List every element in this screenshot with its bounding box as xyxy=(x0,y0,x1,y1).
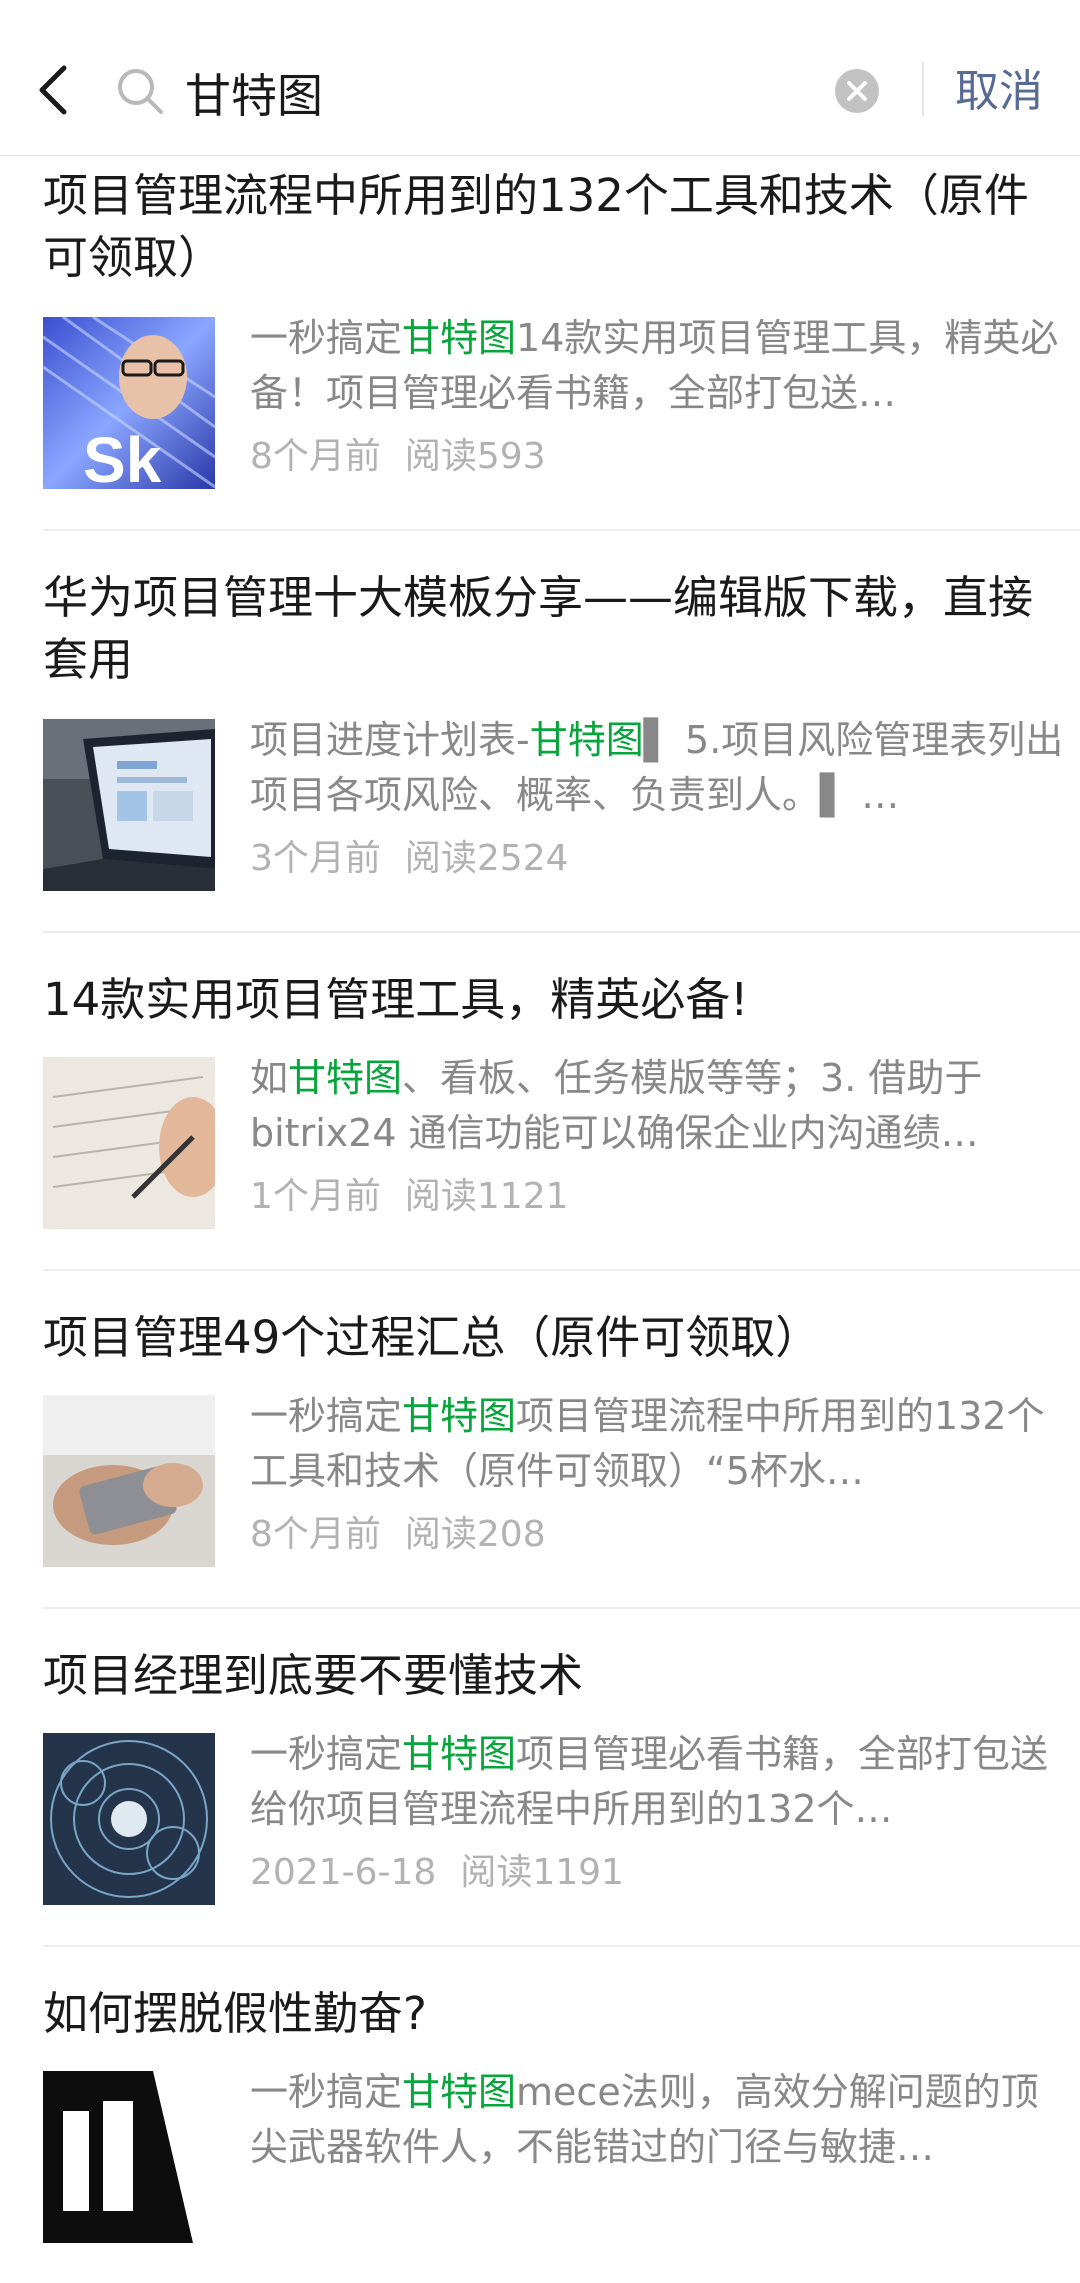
search-input[interactable] xyxy=(185,58,785,128)
search-divider xyxy=(922,62,924,116)
result-title[interactable]: 项目经理到底要不要懂技术 xyxy=(43,1645,1033,1707)
result-thumbnail xyxy=(43,1733,215,1905)
result-thumbnail xyxy=(43,1057,215,1229)
result-meta: 1个月前 阅读1121 xyxy=(250,1172,569,1222)
result-snippet: 一秒搞定甘特图项目管理流程中所用到的132个工具和技术（原件可领取）“5杯水… xyxy=(250,1394,1045,1493)
result-time: 8个月前 xyxy=(250,436,381,477)
search-results-list: 项目管理流程中所用到的132个工具和技术（原件可领取） Sk 一秒搞定甘特图14… xyxy=(0,155,1080,2283)
result-time: 2021-6-18 xyxy=(250,1852,437,1893)
result-reads: 阅读2524 xyxy=(404,838,569,879)
result-thumbnail xyxy=(43,1395,215,1567)
result-meta: 2021-6-18 阅读1191 xyxy=(250,1848,624,1898)
result-reads: 阅读1191 xyxy=(460,1852,624,1893)
result-title[interactable]: 如何摆脱假性勤奋? xyxy=(43,1983,1033,2045)
result-meta: 8个月前 阅读208 xyxy=(250,1510,546,1560)
result-item[interactable]: 14款实用项目管理工具，精英必备! 如甘特图、看板、任务模版等等；3. 借助于b… xyxy=(43,933,1080,1271)
highlight-keyword: 甘特图 xyxy=(402,1394,517,1438)
result-snippet: 如甘特图、看板、任务模版等等；3. 借助于bitrix24 通信功能可以确保企业… xyxy=(250,1056,983,1155)
result-time: 3个月前 xyxy=(250,838,381,879)
result-title[interactable]: 华为项目管理十大模板分享——编辑版下载，直接套用 xyxy=(43,567,1033,691)
result-snippet: 一秒搞定甘特图项目管理必看书籍，全部打包送给你项目管理流程中所用到的132个… xyxy=(250,1732,1049,1831)
highlight-keyword: 甘特图 xyxy=(402,1732,517,1776)
highlight-keyword: 甘特图 xyxy=(529,718,644,762)
result-thumbnail xyxy=(43,2071,215,2243)
result-item[interactable]: 华为项目管理十大模板分享——编辑版下载，直接套用 项目进度计划表-甘特图▌ 5.… xyxy=(43,531,1080,933)
result-thumbnail: Sk xyxy=(43,317,215,489)
result-item[interactable]: 项目经理到底要不要懂技术 一秒搞定甘特图项目管理必看书籍，全部打包送给你项目管理… xyxy=(43,1609,1080,1947)
result-thumbnail xyxy=(43,719,215,891)
result-reads: 阅读593 xyxy=(404,436,546,477)
highlight-keyword: 甘特图 xyxy=(288,1056,403,1100)
result-time: 1个月前 xyxy=(250,1176,381,1217)
search-bar: 取消 xyxy=(0,0,1080,156)
result-title[interactable]: 14款实用项目管理工具，精英必备! xyxy=(43,969,1033,1031)
result-item[interactable]: 如何摆脱假性勤奋? 一秒搞定甘特图mece法则，高效分解问题的顶尖武器软件人，不… xyxy=(43,1947,1080,2283)
result-reads: 阅读1121 xyxy=(404,1176,569,1217)
result-meta: 8个月前 阅读593 xyxy=(250,432,546,482)
result-item[interactable]: 项目管理49个过程汇总（原件可领取） 一秒搞定甘特图项目管理流程中所用到的132… xyxy=(43,1271,1080,1609)
result-meta: 3个月前 阅读2524 xyxy=(250,834,569,884)
svg-text:Sk: Sk xyxy=(83,424,162,489)
back-arrow-icon[interactable] xyxy=(30,60,80,120)
result-reads: 阅读208 xyxy=(404,1514,546,1555)
result-snippet: 项目进度计划表-甘特图▌ 5.项目风险管理表列出项目各项风险、概率、负责到人。▌… xyxy=(250,718,1064,817)
clear-search-icon[interactable] xyxy=(834,68,880,114)
result-snippet: 一秒搞定甘特图14款实用项目管理工具，精英必备！项目管理必看书籍，全部打包送… xyxy=(250,316,1059,415)
search-icon xyxy=(118,69,163,114)
result-title[interactable]: 项目管理49个过程汇总（原件可领取） xyxy=(43,1307,1033,1369)
cancel-button[interactable]: 取消 xyxy=(955,62,1043,122)
highlight-keyword: 甘特图 xyxy=(402,2070,517,2114)
result-time: 8个月前 xyxy=(250,1514,381,1555)
highlight-keyword: 甘特图 xyxy=(402,316,517,360)
result-item[interactable]: 项目管理流程中所用到的132个工具和技术（原件可领取） Sk 一秒搞定甘特图14… xyxy=(43,155,1080,531)
result-snippet: 一秒搞定甘特图mece法则，高效分解问题的顶尖武器软件人，不能错过的门径与敏捷… xyxy=(250,2070,1039,2169)
result-title[interactable]: 项目管理流程中所用到的132个工具和技术（原件可领取） xyxy=(43,165,1033,289)
